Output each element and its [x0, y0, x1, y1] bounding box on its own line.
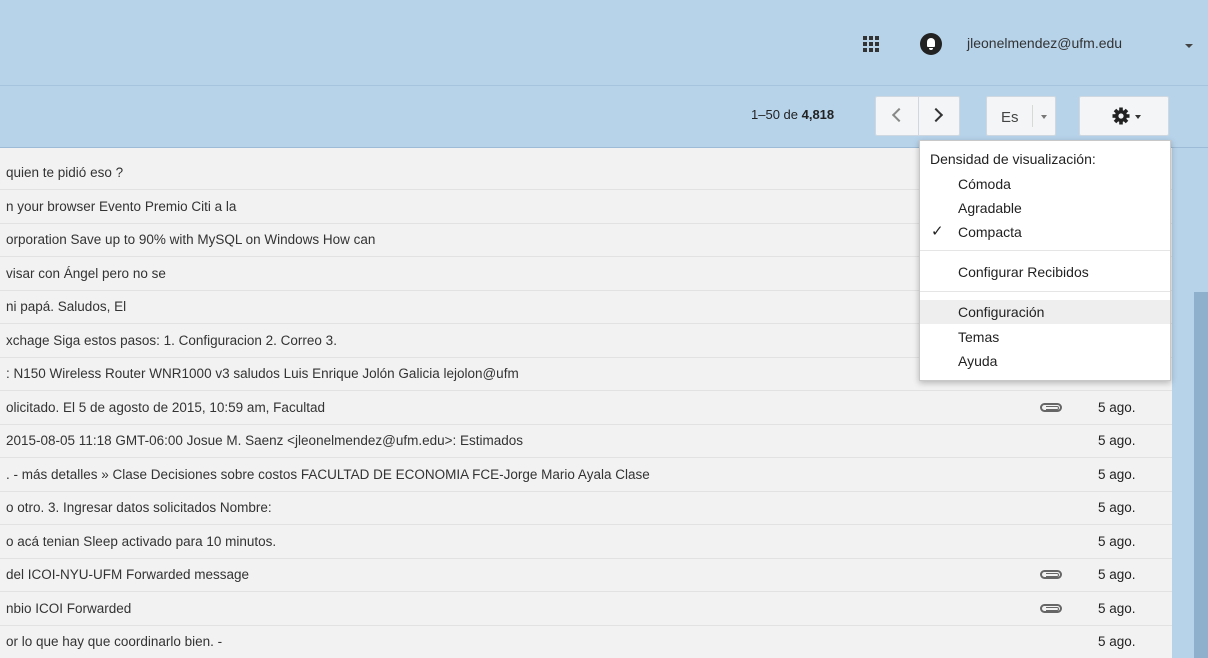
- chevron-right-icon: [928, 107, 944, 123]
- gear-icon: [1112, 107, 1130, 125]
- chevron-down-icon[interactable]: [1041, 115, 1047, 119]
- menu-item-help[interactable]: Ayuda: [920, 349, 1170, 373]
- menu-item-compact[interactable]: ✓ Compacta: [920, 220, 1170, 244]
- message-snippet: o otro. 3. Ingresar datos solicitados No…: [6, 500, 272, 515]
- input-tools-button[interactable]: Es: [986, 96, 1056, 136]
- message-snippet: ni papá. Saludos, El: [6, 299, 127, 314]
- message-row[interactable]: 2015-08-05 11:18 GMT-06:00 Josue M. Saen…: [0, 425, 1172, 458]
- settings-button[interactable]: [1079, 96, 1169, 136]
- message-date: 5 ago.: [1098, 500, 1136, 515]
- account-email[interactable]: jleonelmendez@ufm.edu: [967, 35, 1122, 51]
- message-row[interactable]: . - más detalles » Clase Decisiones sobr…: [0, 458, 1172, 492]
- message-date: 5 ago.: [1098, 600, 1136, 616]
- message-date: 5 ago.: [1098, 399, 1136, 415]
- newer-button[interactable]: [875, 96, 918, 136]
- message-snippet: xchage Siga estos pasos: 1. Configuracio…: [6, 332, 337, 348]
- message-row[interactable]: olicitado. El 5 de agosto de 2015, 10:59…: [0, 391, 1172, 425]
- menu-item-comfortable[interactable]: Cómoda: [920, 172, 1170, 196]
- chevron-left-icon: [891, 107, 907, 123]
- message-snippet: : N150 Wireless Router WNR1000 v3 saludo…: [6, 366, 519, 381]
- input-language-label: Es: [1001, 109, 1019, 126]
- account-caret-icon[interactable]: [1185, 44, 1193, 48]
- menu-item-label: Compacta: [958, 224, 1022, 240]
- message-snippet: orporation Save up to 90% with MySQL on …: [6, 232, 376, 247]
- message-date: 5 ago.: [1098, 466, 1136, 482]
- message-row[interactable]: o acá tenian Sleep activado para 10 minu…: [0, 525, 1172, 559]
- message-snippet: quien te pidió eso ?: [6, 165, 124, 180]
- check-icon: ✓: [931, 223, 944, 240]
- message-date: 5 ago.: [1098, 567, 1136, 582]
- message-row[interactable]: o otro. 3. Ingresar datos solicitados No…: [0, 492, 1172, 525]
- pagination-count: 1–50 de 4,818: [751, 107, 834, 122]
- apps-grid-icon[interactable]: [863, 36, 879, 52]
- menu-item-label: Ayuda: [958, 353, 998, 369]
- menu-divider: [920, 250, 1170, 251]
- message-snippet: 2015-08-05 11:18 GMT-06:00 Josue M. Saen…: [6, 433, 524, 448]
- pagination-total: 4,818: [801, 107, 835, 122]
- message-row[interactable]: or lo que hay que coordinarlo bien. - 5 a…: [0, 626, 1172, 658]
- menu-item-label: Temas: [958, 329, 1000, 345]
- pagination-range: 1–50 de: [751, 107, 802, 122]
- scrollbar-thumb[interactable]: [1194, 292, 1208, 658]
- settings-dropdown-menu: Densidad de visualización: Cómoda Agrada…: [919, 140, 1171, 381]
- attachment-icon: [1040, 603, 1062, 613]
- message-date: 5 ago.: [1098, 634, 1136, 649]
- chevron-down-icon: [1135, 115, 1141, 119]
- attachment-icon: [1040, 402, 1062, 412]
- message-snippet: del ICOI-NYU-UFM Forwarded message: [6, 567, 250, 582]
- message-snippet: o acá tenian Sleep activado para 10 minu…: [6, 533, 277, 549]
- menu-item-label: Agradable: [958, 200, 1022, 216]
- attachment-icon: [1040, 570, 1062, 579]
- menu-item-label: Configurar Recibidos: [958, 264, 1089, 280]
- menu-item-themes[interactable]: Temas: [920, 325, 1170, 349]
- menu-item-label: Configuración: [958, 304, 1045, 320]
- menu-item-settings[interactable]: Configuración: [920, 300, 1170, 324]
- message-row[interactable]: del ICOI-NYU-UFM Forwarded message 5 ago.: [0, 559, 1172, 592]
- menu-item-cozy[interactable]: Agradable: [920, 196, 1170, 220]
- density-heading: Densidad de visualización:: [930, 151, 1096, 167]
- older-button[interactable]: [918, 96, 960, 136]
- message-date: 5 ago.: [1098, 533, 1136, 549]
- message-snippet: visar con Ángel pero no se: [6, 265, 166, 281]
- message-row[interactable]: nbio ICOI Forwarded 5 ago.: [0, 592, 1172, 626]
- divider: [1032, 105, 1033, 127]
- message-snippet: n your browser Evento Premio Citi a la: [6, 198, 237, 214]
- notifications-bell-icon[interactable]: [920, 33, 942, 55]
- message-snippet: nbio ICOI Forwarded: [6, 600, 132, 616]
- message-snippet: . - más detalles » Clase Decisiones sobr…: [6, 466, 650, 482]
- menu-divider: [920, 291, 1170, 292]
- message-date: 5 ago.: [1098, 433, 1136, 448]
- message-snippet: or lo que hay que coordinarlo bien. -: [6, 634, 223, 649]
- menu-item-label: Cómoda: [958, 176, 1011, 192]
- menu-item-configure-inbox[interactable]: Configurar Recibidos: [920, 260, 1170, 284]
- message-snippet: olicitado. El 5 de agosto de 2015, 10:59…: [6, 399, 325, 415]
